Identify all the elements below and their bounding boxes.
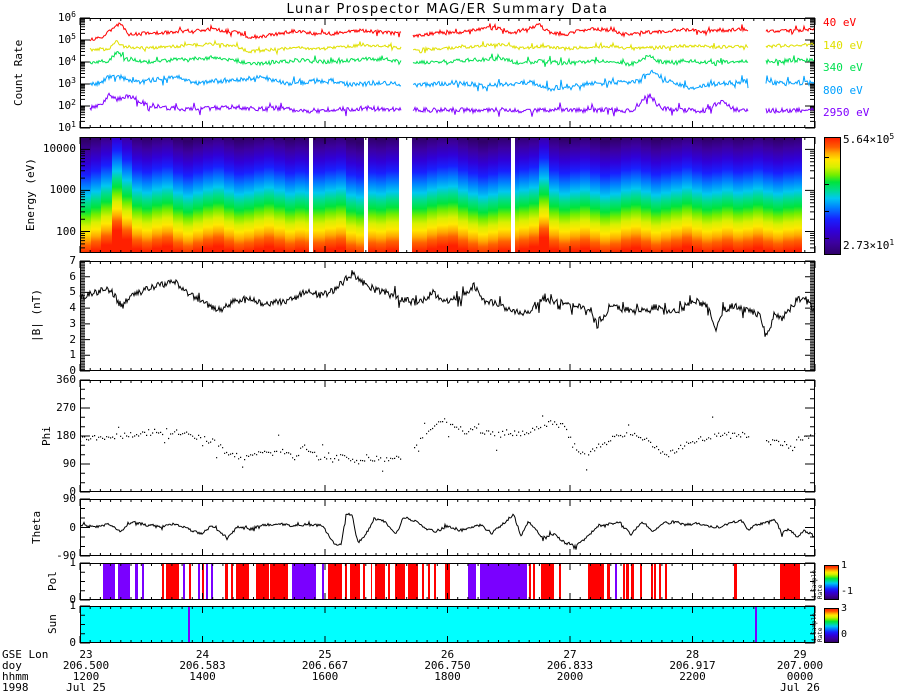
panel-theta: [79, 498, 816, 557]
mini-colorbar-sun: [824, 608, 839, 643]
colorbar-tick: [825, 157, 829, 159]
mini-colorbar-sun-min: 0: [841, 629, 848, 640]
y-tick-label: 1000: [49, 183, 77, 197]
energy-axis-title: Energy (eV): [24, 158, 37, 232]
panel-count-rate: [79, 17, 816, 129]
theta-axis-title: Theta: [30, 510, 43, 545]
lunar-prospector-summary-figure: Lunar Prospector MAG/ER Summary Data GSE…: [0, 0, 900, 700]
mini-colorbar-pol: [824, 565, 839, 600]
x-axis-label-date: Jul 25: [66, 681, 106, 694]
panel-spectrogram-frame: [79, 137, 816, 253]
colorbar-max-label: 5.64×105: [843, 132, 895, 146]
x-axis-label-hhmm: 2000: [556, 670, 584, 683]
x-axis-row-header-year: 1998: [2, 681, 29, 694]
series-40eV: [89, 22, 815, 42]
mini-colorbar-pol-min: -1: [841, 586, 854, 597]
count-rate-axis-title: Count Rate: [12, 39, 25, 107]
x-axis-label-hhmm: 1800: [434, 670, 461, 683]
y-tick-label: 180: [56, 429, 76, 442]
pol-side-label: 4 Sample Rate: [811, 570, 824, 599]
panel-pol-frame: [79, 562, 816, 601]
y-tick-label: 270: [56, 401, 76, 414]
legend-item-340-ev: 340 eV: [823, 61, 863, 74]
legend-item-2950-ev: 2950 eV: [823, 106, 870, 119]
series-2950eV: [89, 92, 815, 117]
mini-colorbar-sun-max: 3: [841, 603, 848, 614]
colorbar-tick: [825, 184, 829, 186]
x-axis-label-hhmm: 1400: [189, 670, 216, 683]
colorbar-tick: [825, 210, 829, 212]
series-800eV: [89, 69, 815, 92]
panel-bmag: [79, 260, 816, 372]
y-tick-label: 360: [56, 373, 76, 386]
sun-axis-title: Sun: [46, 614, 59, 635]
sun-side-label: 4 Sample Rate: [811, 613, 824, 642]
series-140eV: [89, 39, 815, 56]
series-phi: [80, 415, 816, 472]
colorbar-min-label: 2.73×101: [843, 238, 895, 252]
y-tick-label: 1: [69, 556, 76, 569]
y-tick-label: 1: [69, 599, 76, 612]
legend-item-140-ev: 140 eV: [823, 38, 863, 52]
legend-item-40-ev: 40 eV: [823, 16, 857, 29]
y-tick-label: 10000: [42, 142, 76, 156]
phi-axis-title: Phi: [40, 426, 53, 446]
colorbar-tick: [825, 237, 829, 239]
x-axis-label-hhmm: 1600: [311, 670, 339, 683]
legend-item-800-ev: 800 eV: [823, 83, 863, 97]
series-theta: [80, 512, 815, 551]
x-axis-label-hhmm: 2200: [679, 670, 706, 683]
page-title: Lunar Prospector MAG/ER Summary Data: [286, 2, 609, 17]
bmag-axis-title: |B| (nT): [30, 289, 43, 343]
series-340eV: [89, 51, 814, 68]
series-bmag: [79, 270, 815, 337]
pol-axis-title: Pol: [46, 571, 59, 592]
y-tick-label: 90: [62, 457, 76, 470]
y-tick-label: 100: [56, 224, 76, 238]
panel-sun-frame: [79, 605, 816, 644]
mini-colorbar-pol-max: 1: [841, 560, 848, 571]
panel-phi: [79, 379, 816, 493]
x-axis-label-date: Jul 26: [780, 681, 820, 694]
